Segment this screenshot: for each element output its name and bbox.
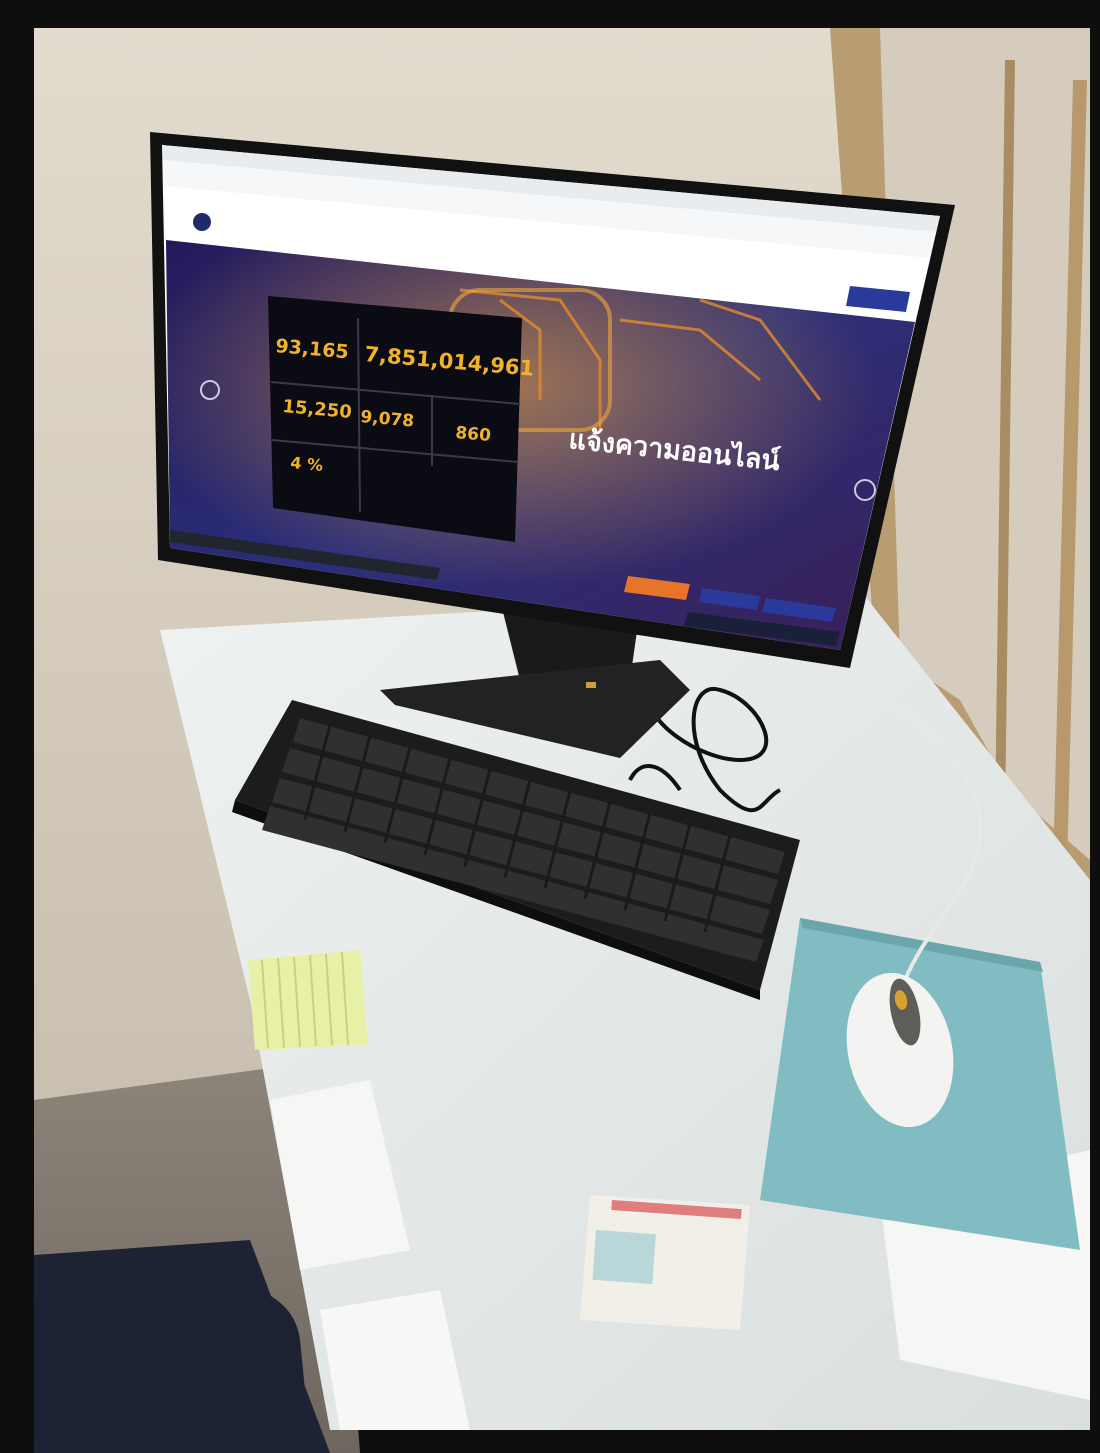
photo-scene: 93,165 7,851,014,961 15,250 9,078 860 4 … [0,0,1100,1453]
chair [34,1277,310,1440]
stat-c: 860 [455,423,492,446]
stat-percent: 4 % [290,453,324,475]
sticky-note [248,950,368,1050]
